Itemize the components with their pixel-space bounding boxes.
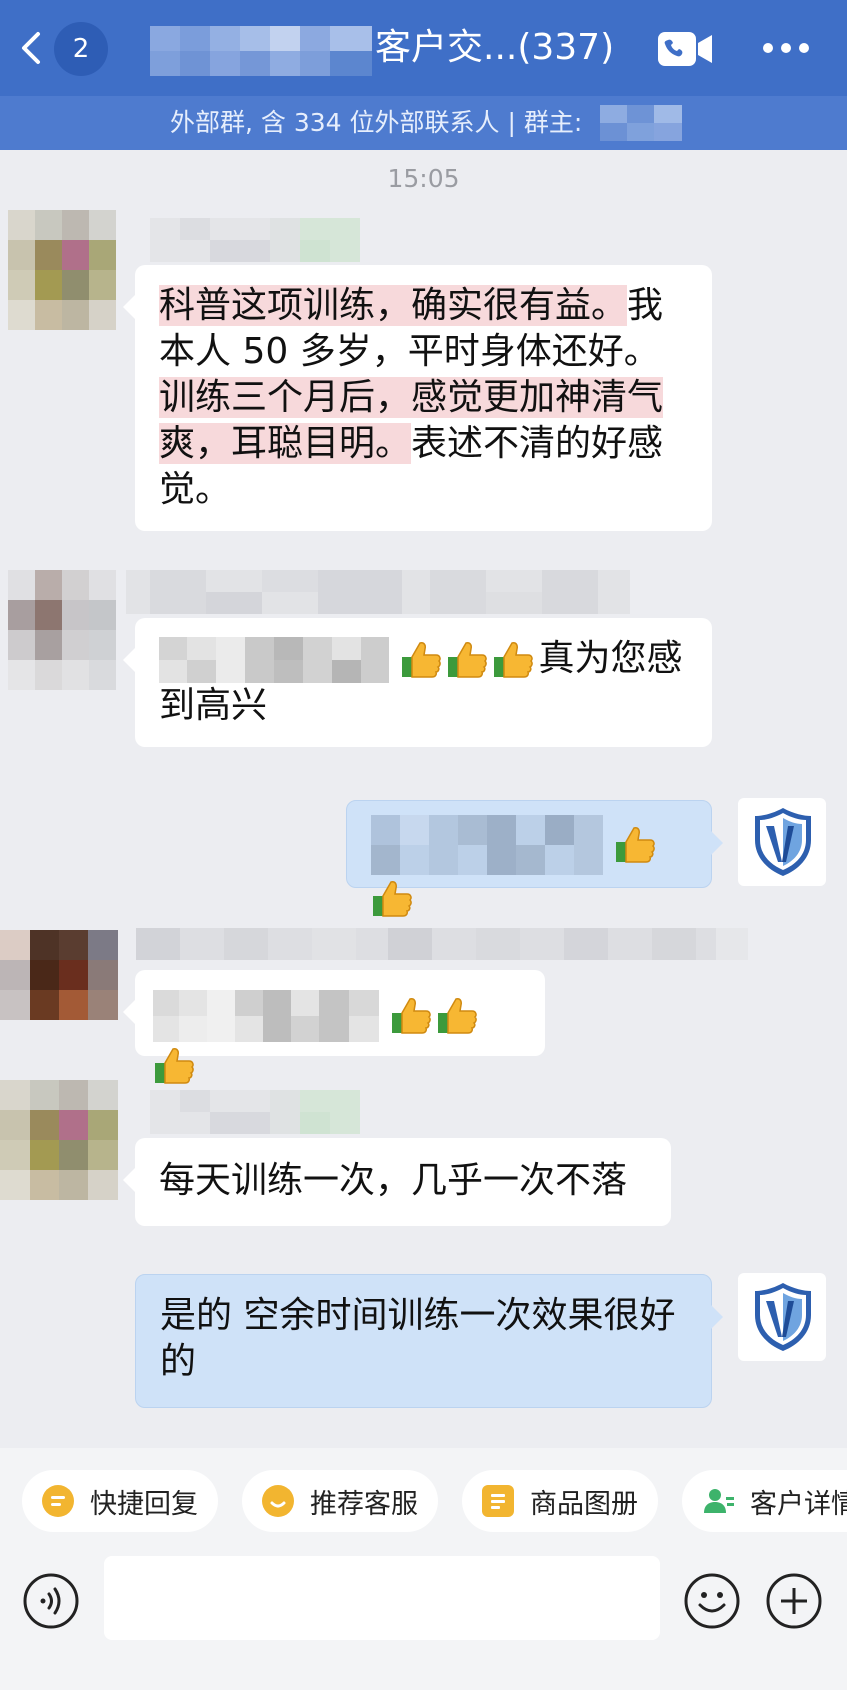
shield-icon — [755, 808, 811, 876]
recommend-service-label: 推荐客服 — [310, 1488, 418, 1520]
video-call-icon[interactable] — [658, 30, 714, 68]
message-bubble[interactable]: 是的 空余时间训练一次效果很好的 — [135, 1274, 723, 1408]
thumbs-up-icon — [153, 1045, 195, 1087]
add-more-icon[interactable] — [765, 1572, 823, 1630]
blurred-sender-name — [150, 1090, 360, 1134]
self-avatar[interactable] — [738, 1273, 826, 1361]
chat-header: 2 客户交...(337) — [0, 0, 847, 96]
highlighted-text: 科普这项训练，确实很有益。 — [159, 285, 628, 326]
message-input[interactable] — [104, 1556, 660, 1640]
avatar[interactable] — [0, 1080, 118, 1200]
thumbs-up-icon — [492, 639, 534, 681]
blurred-mention — [159, 637, 389, 683]
product-album-label: 商品图册 — [530, 1488, 638, 1520]
message-timestamp: 15:05 — [387, 164, 460, 193]
message-text: 每天训练一次，几乎一次不落 — [159, 1160, 628, 1201]
unread-count-badge[interactable]: 2 — [54, 22, 108, 76]
blurred-sender-name — [126, 570, 630, 614]
more-options-icon[interactable] — [762, 36, 810, 60]
customer-detail-button[interactable]: 客户详情 — [682, 1470, 847, 1532]
back-arrow-icon[interactable] — [16, 28, 46, 68]
product-album-icon — [482, 1485, 514, 1517]
avatar[interactable] — [8, 570, 116, 690]
message-bubble[interactable]: 每天训练一次，几乎一次不落 — [123, 1138, 671, 1226]
quick-reply-icon — [42, 1485, 74, 1517]
blurred-sender-name — [136, 928, 748, 960]
message-bubble[interactable] — [123, 970, 545, 1084]
customer-detail-label: 客户详情 — [750, 1488, 847, 1520]
thumbs-up-icon — [436, 995, 478, 1037]
shield-icon — [755, 1283, 811, 1351]
customer-detail-icon — [702, 1485, 734, 1517]
chat-title: 客户交...(337) — [375, 27, 615, 68]
quick-reply-label: 快捷回复 — [90, 1488, 198, 1520]
thumbs-up-icon — [400, 639, 442, 681]
blurred-group-name — [150, 26, 372, 76]
quick-reply-button[interactable]: 快捷回复 — [22, 1470, 218, 1532]
avatar[interactable] — [8, 210, 116, 330]
emoji-icon[interactable] — [683, 1572, 741, 1630]
quick-action-bar: 快捷回复 推荐客服 商品图册 客户详情 — [0, 1448, 847, 1556]
thumbs-up-icon — [371, 878, 413, 920]
message-bubble[interactable]: 科普这项训练，确实很有益。我本人 50 多岁，平时身体还好。训练三个月后，感觉更… — [123, 265, 712, 531]
thumbs-up-icon — [390, 995, 432, 1037]
blurred-sender-name — [150, 218, 360, 262]
voice-input-icon[interactable] — [22, 1572, 80, 1630]
product-album-button[interactable]: 商品图册 — [462, 1470, 658, 1532]
recommend-service-icon — [262, 1485, 294, 1517]
recommend-service-button[interactable]: 推荐客服 — [242, 1470, 438, 1532]
blurred-mention — [153, 990, 379, 1042]
input-bar — [0, 1556, 847, 1690]
message-text: 是的 空余时间训练一次效果很好的 — [160, 1295, 676, 1382]
blurred-mention — [371, 815, 603, 875]
group-info-bar[interactable]: 外部群, 含 334 位外部联系人 | 群主: — [0, 96, 847, 150]
thumbs-up-icon — [446, 639, 488, 681]
self-avatar[interactable] — [738, 798, 826, 886]
blurred-owner-name — [600, 105, 682, 141]
group-info-text: 外部群, 含 334 位外部联系人 | 群主: — [170, 108, 583, 137]
message-bubble[interactable]: 真为您感到高兴 — [123, 618, 712, 747]
thumbs-up-icon — [614, 824, 656, 866]
message-bubble[interactable] — [346, 800, 723, 917]
avatar[interactable] — [0, 930, 118, 1020]
